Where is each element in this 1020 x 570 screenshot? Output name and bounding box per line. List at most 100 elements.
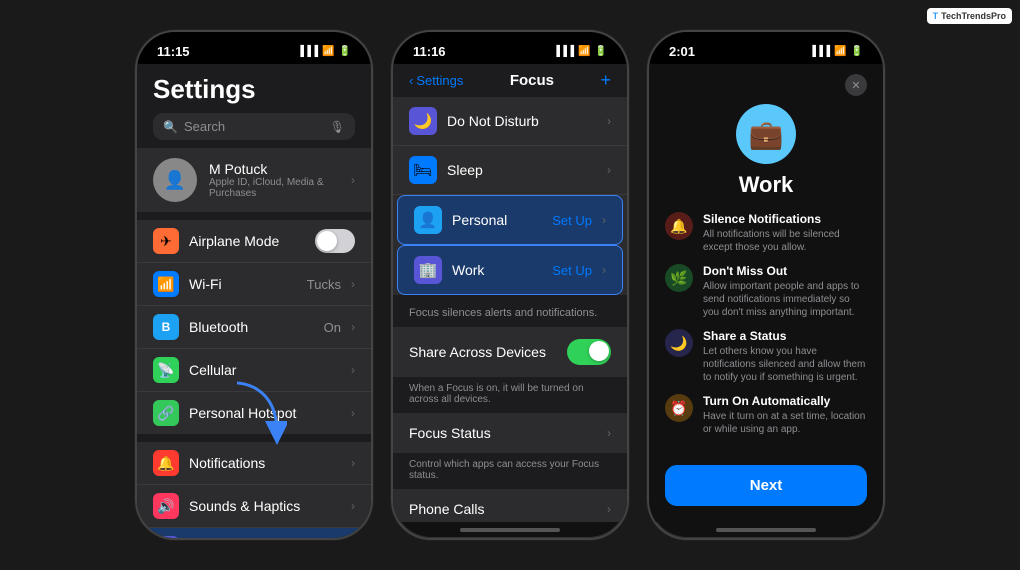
cellular-icon: 📡 — [153, 357, 179, 383]
signal-icon-3: ▐▐▐ — [809, 46, 830, 57]
nav-back-button[interactable]: ‹ Settings — [409, 73, 463, 88]
home-indicator-3 — [716, 528, 816, 532]
status-bar-1: 11:15 ▐▐▐ 📶 🔋 — [137, 32, 371, 64]
search-icon: 🔍 — [163, 120, 178, 134]
wifi-icon-2: 📶 — [578, 46, 590, 57]
missout-icon: 🌿 — [665, 264, 693, 292]
bluetooth-chevron: › — [351, 320, 355, 334]
status-desc: Let others know you have notifications s… — [703, 345, 867, 384]
sleep-label: Sleep — [447, 162, 597, 178]
auto-text: Turn On Automatically Have it turn on at… — [703, 394, 867, 436]
work-icon: 🏢 — [414, 256, 442, 284]
settings-item-notifications[interactable]: 🔔 Notifications › — [137, 442, 371, 485]
work-screen: ✕ 💼 Work 🔔 Silence Notifications All not… — [649, 64, 883, 522]
work-title: Work — [739, 172, 794, 198]
focus-item-personal[interactable]: 👤 Personal Set Up › — [397, 195, 623, 245]
phone-calls-label: Phone Calls — [409, 501, 607, 517]
missout-desc: Allow important people and apps to send … — [703, 280, 867, 319]
search-input: Search — [184, 119, 324, 134]
status-time-1: 11:15 — [157, 44, 190, 59]
personal-icon: 👤 — [414, 206, 442, 234]
share-toggle[interactable] — [567, 339, 611, 365]
sleep-icon: 🛏 — [409, 156, 437, 184]
dnd-icon: 🌙 — [409, 107, 437, 135]
wifi-icon: 📶 — [322, 46, 334, 57]
settings-item-airplane[interactable]: ✈ Airplane Mode — [137, 220, 371, 263]
hotspot-icon: 🔗 — [153, 400, 179, 426]
work-chevron: › — [602, 263, 606, 277]
settings-item-wifi[interactable]: 📶 Wi-Fi Tucks › — [137, 263, 371, 306]
work-setup[interactable]: Set Up — [552, 263, 592, 278]
home-indicator-2 — [460, 528, 560, 532]
silence-icon: 🔔 — [665, 212, 693, 240]
watermark: T TechTrendsPro — [927, 8, 1012, 24]
phone-calls-row[interactable]: Phone Calls › — [393, 489, 627, 522]
focus-item-sleep[interactable]: 🛏 Sleep › — [393, 146, 627, 195]
status-title: Share a Status — [703, 329, 867, 343]
profile-name: M Potuck — [209, 161, 339, 177]
sounds-icon: 🔊 — [153, 493, 179, 519]
auto-desc: Have it turn on at a set time, location … — [703, 410, 867, 436]
share-devices-row[interactable]: Share Across Devices — [393, 327, 627, 377]
hotspot-label: Personal Hotspot — [189, 405, 341, 421]
dnd-label: Do Not Disturb — [447, 113, 597, 129]
avatar: 👤 — [153, 158, 197, 202]
silence-desc: All notifications will be silenced excep… — [703, 228, 867, 254]
focus-item-dnd[interactable]: 🌙 Do Not Disturb › — [393, 97, 627, 146]
focus-add-button[interactable]: + — [600, 70, 611, 91]
phone-settings: 11:15 ▐▐▐ 📶 🔋 Settings 🔍 Search 🎙 👤 M Po… — [135, 30, 373, 540]
dnd-chevron: › — [607, 114, 611, 128]
phone-focus: 11:16 ▐▐▐ 📶 🔋 ‹ Settings Focus + 🌙 Do No… — [391, 30, 629, 540]
battery-icon: 🔋 — [339, 46, 351, 57]
focus-icon: 🌙 — [153, 536, 179, 538]
wifi-icon-3: 📶 — [834, 46, 846, 57]
notifications-label: Notifications — [189, 455, 341, 471]
status-bar-2: 11:16 ▐▐▐ 📶 🔋 — [393, 32, 627, 64]
personal-setup[interactable]: Set Up — [552, 213, 592, 228]
phone-calls-chevron: › — [607, 502, 611, 516]
status-time-2: 11:16 — [413, 44, 446, 59]
settings-group-notifications: 🔔 Notifications › 🔊 Sounds & Haptics › 🌙… — [137, 442, 371, 538]
focus-status-row[interactable]: Focus Status › — [393, 413, 627, 453]
back-chevron: ‹ — [409, 73, 413, 88]
next-button[interactable]: Next — [665, 465, 867, 506]
settings-item-hotspot[interactable]: 🔗 Personal Hotspot › — [137, 392, 371, 434]
airplane-toggle[interactable] — [315, 229, 355, 253]
watermark-letter: T — [933, 11, 939, 21]
search-bar[interactable]: 🔍 Search 🎙 — [153, 113, 355, 140]
airplane-icon: ✈ — [153, 228, 179, 254]
focus-nav-bar: ‹ Settings Focus + — [393, 64, 627, 97]
feature-item-status: 🌙 Share a Status Let others know you hav… — [665, 329, 867, 384]
focus-status-note: Control which apps can access your Focus… — [393, 455, 627, 489]
feature-item-auto: ⏰ Turn On Automatically Have it turn on … — [665, 394, 867, 436]
settings-item-cellular[interactable]: 📡 Cellular › — [137, 349, 371, 392]
settings-item-focus[interactable]: 🌙 Focus › — [137, 528, 371, 538]
share-label: Share Across Devices — [409, 344, 567, 360]
focus-nav-title: Focus — [510, 72, 554, 89]
notif-chevron: › — [351, 456, 355, 470]
settings-item-sounds[interactable]: 🔊 Sounds & Haptics › — [137, 485, 371, 528]
wifi-chevron: › — [351, 277, 355, 291]
work-label: Work — [452, 262, 542, 278]
cellular-label: Cellular — [189, 362, 341, 378]
personal-label: Personal — [452, 212, 542, 228]
settings-item-bluetooth[interactable]: B Bluetooth On › — [137, 306, 371, 349]
focus-item-work[interactable]: 🏢 Work Set Up › — [397, 245, 623, 295]
bluetooth-label: Bluetooth — [189, 319, 314, 335]
personal-chevron: › — [602, 213, 606, 227]
feature-item-silence: 🔔 Silence Notifications All notification… — [665, 212, 867, 254]
chevron-icon: › — [351, 173, 355, 187]
battery-icon-3: 🔋 — [851, 46, 863, 57]
missout-text: Don't Miss Out Allow important people an… — [703, 264, 867, 319]
watermark-text: TechTrendsPro — [941, 11, 1006, 21]
profile-row[interactable]: 👤 M Potuck Apple ID, iCloud, Media & Pur… — [137, 148, 371, 212]
notifications-icon: 🔔 — [153, 450, 179, 476]
focus-screen: ‹ Settings Focus + 🌙 Do Not Disturb › 🛏 … — [393, 64, 627, 522]
sounds-chevron: › — [351, 499, 355, 513]
close-icon: ✕ — [851, 79, 860, 92]
close-button[interactable]: ✕ — [845, 74, 867, 96]
focus-status-chevron: › — [607, 426, 611, 440]
auto-icon: ⏰ — [665, 394, 693, 422]
cellular-chevron: › — [351, 363, 355, 377]
work-icon-circle: 💼 — [736, 104, 796, 164]
